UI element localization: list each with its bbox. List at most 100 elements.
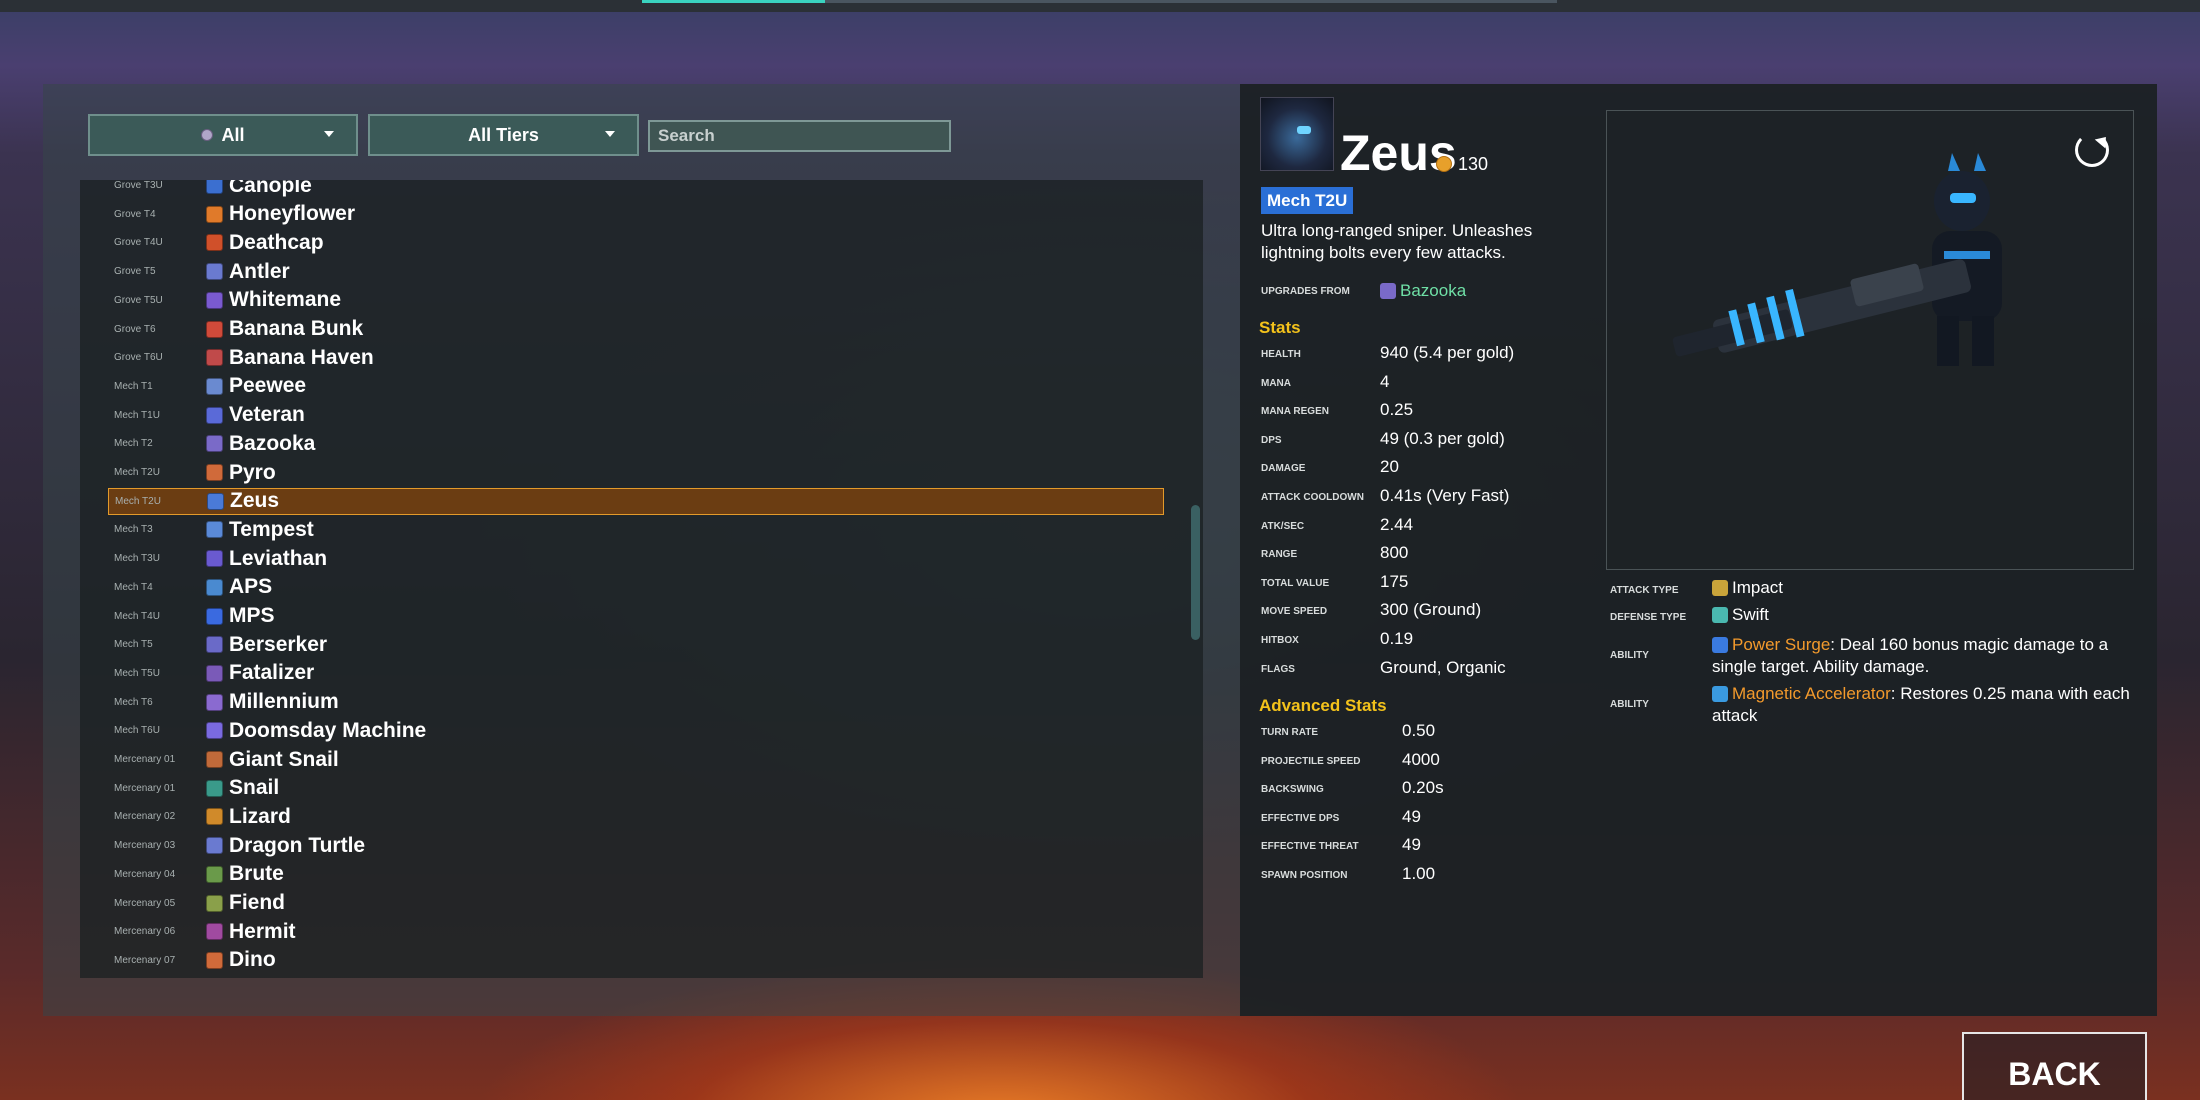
unit-icon [206, 664, 223, 682]
stat-value: 20 [1380, 457, 1399, 477]
stat-label: MOVE SPEED [1261, 606, 1328, 618]
list-item-name: Veteran [229, 403, 305, 427]
list-item-tier: Mech T2 [114, 438, 153, 450]
unit-icon [206, 320, 223, 338]
list-item[interactable]: Mech T2U Zeus [108, 487, 1164, 515]
list-item[interactable]: Mech T1U Veteran [108, 402, 1164, 429]
list-item[interactable]: Grove T5 Antler [108, 258, 1164, 285]
list-item[interactable]: Grove T6 Banana Bunk [108, 316, 1164, 343]
stat-value: 0.20s [1402, 778, 1444, 798]
stat-label: HEALTH [1261, 349, 1301, 360]
list-item[interactable]: Grove T4U Deathcap [108, 229, 1164, 256]
stat-label: HITBOX [1261, 635, 1299, 646]
unit-icon [206, 406, 223, 424]
tier-dropdown[interactable]: All Tiers [368, 114, 639, 156]
list-item-name: Banana Haven [229, 345, 374, 369]
stat-label: DPS [1261, 434, 1282, 446]
list-item[interactable]: Grove T4 Honeyflower [108, 201, 1164, 228]
list-item[interactable]: Grove T5U Whitemane [108, 287, 1164, 314]
list-item-tier: Mercenary 01 [114, 782, 176, 794]
list-item[interactable]: Grove T6U Banana Haven [108, 344, 1164, 371]
unit-model-viewer[interactable] [1606, 110, 2134, 570]
unit-icon [206, 377, 223, 395]
unit-icon [206, 865, 223, 883]
stat-label: TURN RATE [1261, 727, 1319, 738]
list-item-tier: Grove T5 [114, 266, 156, 278]
attack-type-label: ATTACK TYPE [1610, 585, 1679, 596]
unit-icon [207, 492, 224, 510]
list-item-tier: Mech T1U [114, 409, 160, 421]
list-item-name: Brute [229, 862, 284, 886]
list-item[interactable]: Grove T3U Canople [108, 180, 1164, 199]
list-item[interactable]: Mech T1 Peewee [108, 373, 1164, 400]
list-item-tier: Mech T1 [114, 380, 153, 392]
list-item-tier: Grove T3U [114, 180, 163, 191]
list-item-name: Peewee [229, 374, 307, 398]
list-item[interactable]: Mech T6U Doomsday Machine [108, 717, 1164, 744]
list-item[interactable]: Mech T5U Fatalizer [108, 660, 1164, 687]
unit-icon [206, 205, 223, 223]
unit-icon [206, 951, 223, 969]
tier-badge: Mech T2U [1261, 187, 1354, 214]
unit-icon [206, 636, 223, 654]
filter-icon [201, 129, 214, 141]
list-item-name: Millennium [229, 690, 339, 714]
category-dropdown-label: All [221, 124, 245, 145]
list-item[interactable]: Mercenary 06 Hermit [108, 918, 1164, 945]
defense-type-label: DEFENSE TYPE [1610, 612, 1687, 623]
list-item-tier: Mech T3 [114, 524, 153, 536]
list-item-name: Whitemane [229, 288, 342, 312]
category-dropdown[interactable]: All [88, 114, 358, 156]
list-item-tier: Grove T6U [114, 352, 163, 364]
gold-coin-icon [1436, 156, 1452, 172]
unit-list[interactable]: Grove T3U Canople Grove T4 Honeyflower Grove… [80, 180, 1203, 978]
unit-icon [206, 291, 223, 309]
ability-label-1: ABILITY [1610, 650, 1649, 661]
stat-label: EFFECTIVE DPS [1261, 812, 1340, 824]
unit-icon [206, 722, 223, 740]
list-item[interactable]: Mech T3U Leviathan [108, 545, 1164, 572]
list-item[interactable]: Mech T2 Bazooka [108, 430, 1164, 457]
stat-value: 1.00 [1402, 864, 1436, 883]
list-item[interactable]: Mercenary 02 Lizard [108, 803, 1164, 830]
upgrades-from-label: UPGRADES FROM [1261, 286, 1350, 297]
ability-2-name: Magnetic Accelerator [1732, 684, 1891, 703]
unit-description: Ultra long-ranged sniper. Unleashes ligh… [1261, 221, 1533, 262]
unit-icon [206, 464, 223, 481]
list-item-tier: Mech T5U [114, 667, 160, 679]
list-item-name: Deathcap [229, 230, 324, 254]
list-item[interactable]: Mech T4U MPS [108, 603, 1164, 630]
rotate-model-icon[interactable] [2075, 133, 2109, 167]
back-button[interactable]: BACK [1962, 1032, 2147, 1100]
list-item-name: Giant Snail [229, 747, 339, 771]
list-item[interactable]: Mech T6 Millennium [108, 689, 1164, 716]
unit-icon [206, 550, 223, 568]
list-item[interactable]: Mercenary 07 Dino [108, 947, 1164, 974]
stat-label: MANA [1261, 377, 1291, 389]
stat-value: 49 [1402, 835, 1421, 855]
stat-label: MANA REGEN [1261, 406, 1329, 418]
list-item[interactable]: Mercenary 04 Brute [108, 861, 1164, 888]
upgrades-from-link[interactable]: Bazooka [1380, 281, 1466, 301]
list-item[interactable]: Mech T2U Pyro [108, 459, 1164, 486]
list-item[interactable]: Mech T4 APS [108, 574, 1164, 601]
list-item[interactable]: Mech T5 Berserker [108, 631, 1164, 658]
list-item[interactable]: Mech T3 Tempest [108, 516, 1164, 543]
ability-label-2: ABILITY [1610, 699, 1649, 710]
stat-label: ATK/SEC [1261, 520, 1305, 532]
list-scrollbar[interactable] [1191, 505, 1200, 640]
list-item-tier: Grove T5U [114, 294, 163, 306]
list-item[interactable]: Mercenary 03 Dragon Turtle [108, 832, 1164, 859]
stat-value: 4 [1380, 371, 1390, 391]
chevron-down-icon [324, 131, 334, 137]
list-item-name: Bazooka [229, 431, 316, 455]
search-input[interactable] [648, 120, 951, 152]
list-item[interactable]: Mercenary 01 Giant Snail [108, 746, 1164, 773]
stats-heading: Stats [1259, 318, 1301, 337]
stat-value: 175 [1380, 571, 1409, 591]
list-item[interactable]: Mercenary 01 Snail [108, 775, 1164, 802]
stat-label: EFFECTIVE THREAT [1261, 841, 1359, 853]
list-item-tier: Mercenary 07 [114, 954, 176, 966]
list-item[interactable]: Mercenary 05 Fiend [108, 890, 1164, 917]
unit-icon [206, 837, 223, 855]
